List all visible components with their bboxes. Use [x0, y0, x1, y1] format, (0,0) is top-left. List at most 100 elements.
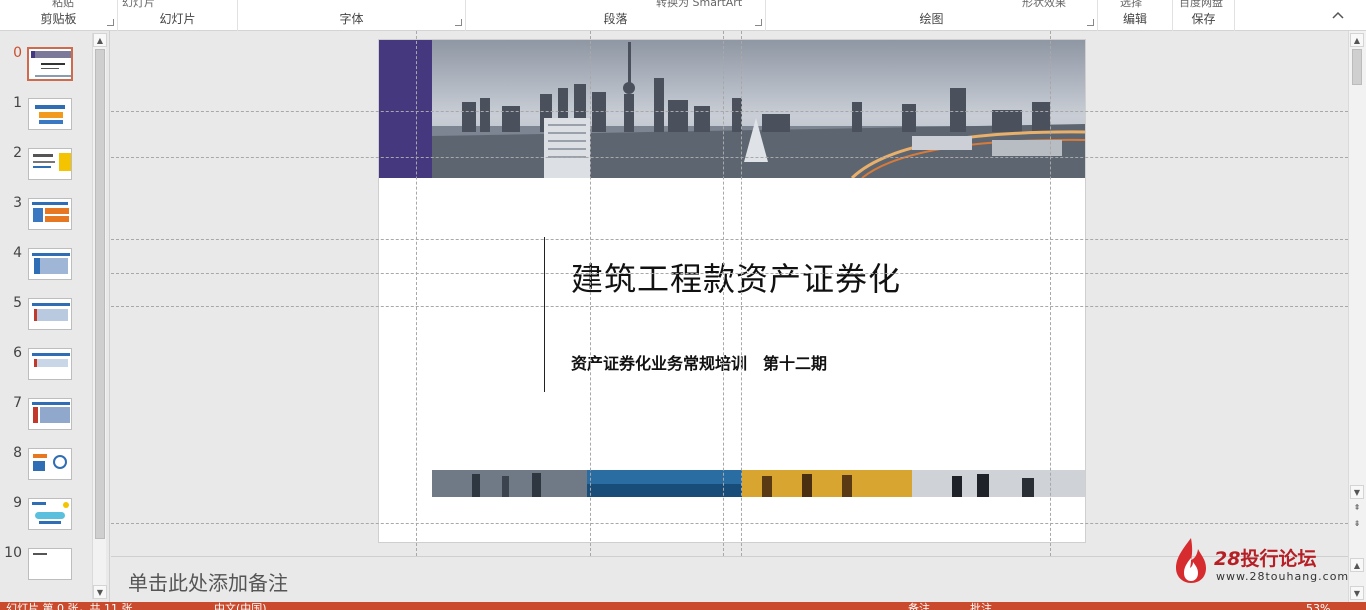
slide-number: 3: [13, 195, 22, 211]
slide[interactable]: 建筑工程款资产证券化 资产证券化业务常规培训 第十二期: [378, 39, 1086, 543]
slide-thumbnail-image[interactable]: [28, 448, 72, 480]
vertical-guide[interactable]: [416, 31, 417, 556]
next-slide-icon[interactable]: ⇟: [1350, 517, 1364, 531]
slide-number: 0: [13, 45, 22, 61]
scroll-down-arrow-icon[interactable]: ▼: [93, 585, 107, 599]
watermark-brand: 28投行论坛: [1214, 544, 1316, 571]
horizontal-guide[interactable]: [111, 239, 1348, 240]
dialog-launcher-icon[interactable]: [1087, 19, 1094, 26]
canvas-scrollbar[interactable]: ▲ ▼ ⇞ ⇟: [1348, 31, 1366, 556]
forum-watermark: 28投行论坛 www.28touhang.com: [1168, 534, 1348, 586]
vertical-guide[interactable]: [723, 31, 724, 556]
slide-thumbnail-image[interactable]: [28, 498, 72, 530]
slide-subtitle[interactable]: 资产证券化业务常规培训 第十二期: [571, 350, 1031, 374]
vertical-guide[interactable]: [1050, 31, 1051, 556]
slide-number: 4: [13, 245, 22, 261]
ribbon-group-slides: 幻灯片 幻灯片: [118, 0, 238, 31]
comments-toggle-button[interactable]: 批注: [970, 602, 992, 610]
ribbon-group-label: 字体: [339, 12, 364, 26]
ribbon-group-font: 字体: [238, 0, 466, 31]
horizontal-guide[interactable]: [111, 157, 1348, 158]
smartart-button-label[interactable]: 转换为 SmartArt: [656, 0, 742, 10]
slide-thumbnail-image[interactable]: [27, 47, 73, 81]
slide-number: 6: [13, 345, 22, 361]
scroll-up-arrow-icon[interactable]: ▲: [1350, 558, 1364, 572]
slide-thumbnail-image[interactable]: [28, 198, 72, 230]
slide-thumbnail-image[interactable]: [28, 298, 72, 330]
slide-thumbnail[interactable]: 7: [0, 395, 92, 441]
ribbon-group-label: 剪贴板: [40, 12, 77, 26]
slide-number: 2: [13, 145, 22, 161]
vertical-guide[interactable]: [590, 31, 591, 556]
watermark-brand-text: 投行论坛: [1240, 548, 1317, 570]
notes-placeholder[interactable]: 单击此处添加备注: [128, 567, 288, 596]
slide-thumbnail-image[interactable]: [28, 548, 72, 580]
slide-thumbnail-image[interactable]: [28, 398, 72, 430]
slide-editing-canvas: 建筑工程款资产证券化 资产证券化业务常规培训 第十二期: [111, 31, 1348, 556]
vertical-guide[interactable]: [741, 31, 742, 556]
ribbon-group-clipboard: 粘贴 剪贴板: [0, 0, 118, 31]
thumbnail-scrollbar[interactable]: ▲ ▼: [92, 33, 107, 599]
slide-count-indicator: 幻灯片 第 0 张，共 11 张: [6, 602, 133, 610]
dialog-launcher-icon[interactable]: [107, 19, 114, 26]
slide-thumbnail-image[interactable]: [28, 98, 72, 130]
slide-thumbnail[interactable]: 10: [0, 545, 92, 591]
ribbon-group-save: 百度网盘 保存: [1173, 0, 1235, 31]
ribbon-group-label: 保存: [1191, 12, 1216, 26]
slide-number: 7: [13, 395, 22, 411]
zoom-level[interactable]: 53%: [1306, 602, 1330, 610]
powerpoint-window: 粘贴 剪贴板 幻灯片 幻灯片 字体 转换为 SmartArt 段落 形状效果 绘…: [0, 0, 1366, 610]
baidu-netdisk-button-label[interactable]: 百度网盘: [1179, 0, 1223, 10]
horizontal-guide[interactable]: [111, 306, 1348, 307]
scrollbar-thumb[interactable]: [1352, 49, 1362, 85]
slide-thumbnail[interactable]: 0: [0, 45, 92, 91]
ribbon-group-label: 编辑: [1122, 12, 1147, 26]
watermark-number: 28: [1214, 548, 1241, 570]
business-photo-strip-image: [432, 470, 1085, 497]
slide-thumbnail[interactable]: 3: [0, 195, 92, 241]
slide-title[interactable]: 建筑工程款资产证券化: [571, 254, 1031, 300]
notes-scrollbar[interactable]: ▲ ▼: [1348, 556, 1366, 602]
horizontal-guide[interactable]: [111, 111, 1348, 112]
ribbon-group-paragraph: 转换为 SmartArt 段落: [466, 0, 766, 31]
notes-toggle-button[interactable]: 备注: [908, 602, 930, 610]
scroll-down-arrow-icon[interactable]: ▼: [1350, 485, 1364, 499]
language-indicator[interactable]: 中文(中国): [214, 602, 267, 610]
notes-pane[interactable]: 单击此处添加备注: [111, 556, 1348, 602]
ribbon-group-label: 绘图: [919, 12, 944, 26]
slide-thumbnail[interactable]: 5: [0, 295, 92, 341]
slide-number: 8: [13, 445, 22, 461]
slide-number: 5: [13, 295, 22, 311]
previous-slide-icon[interactable]: ⇞: [1350, 501, 1364, 515]
slide-thumbnail[interactable]: 9: [0, 495, 92, 541]
new-slide-button-label[interactable]: 幻灯片: [122, 0, 155, 10]
title-divider-line: [544, 237, 545, 392]
slide-thumbnail-image[interactable]: [28, 248, 72, 280]
dialog-launcher-icon[interactable]: [455, 19, 462, 26]
slide-thumbnail-image[interactable]: [28, 148, 72, 180]
slide-thumbnail-panel: 0 1 2 3 4 5 6 7 8 9 10 ▲ ▼: [0, 31, 110, 602]
paste-button-label[interactable]: 粘贴: [52, 0, 74, 10]
select-button-label[interactable]: 选择: [1120, 0, 1142, 10]
shape-effects-button-label[interactable]: 形状效果: [1022, 0, 1066, 10]
horizontal-guide[interactable]: [111, 523, 1348, 524]
slide-thumbnail[interactable]: 2: [0, 145, 92, 191]
ribbon-group-drawing: 形状效果 绘图: [766, 0, 1098, 31]
ribbon-group-label: 段落: [603, 12, 628, 26]
scroll-up-arrow-icon[interactable]: ▲: [1350, 33, 1364, 47]
horizontal-guide[interactable]: [111, 273, 1348, 274]
slide-thumbnail[interactable]: 4: [0, 245, 92, 291]
slide-thumbnail[interactable]: 1: [0, 95, 92, 141]
scroll-down-arrow-icon[interactable]: ▼: [1350, 586, 1364, 600]
slide-thumbnail[interactable]: 6: [0, 345, 92, 391]
ribbon-group-editing: 选择 编辑: [1098, 0, 1173, 31]
slide-thumbnail[interactable]: 8: [0, 445, 92, 491]
collapse-ribbon-icon[interactable]: [1332, 10, 1344, 22]
dialog-launcher-icon[interactable]: [755, 19, 762, 26]
ribbon: 粘贴 剪贴板 幻灯片 幻灯片 字体 转换为 SmartArt 段落 形状效果 绘…: [0, 0, 1366, 31]
status-bar: 幻灯片 第 0 张，共 11 张 中文(中国) 备注 批注 53%: [0, 602, 1366, 610]
scroll-up-arrow-icon[interactable]: ▲: [93, 33, 107, 47]
scrollbar-thumb[interactable]: [95, 49, 105, 539]
slide-thumbnail-image[interactable]: [28, 348, 72, 380]
slide-number: 1: [13, 95, 22, 111]
